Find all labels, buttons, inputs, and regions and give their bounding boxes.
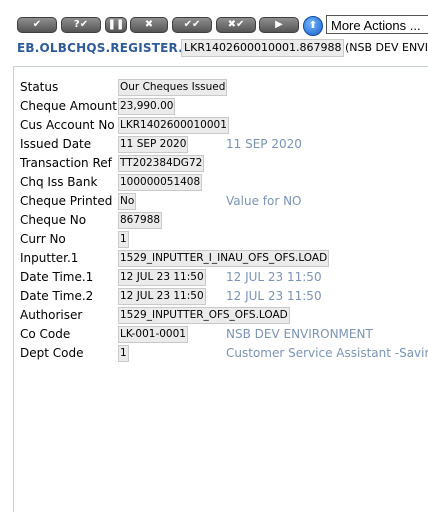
field-value: 1529_INPUTTER_OFS_OFS.LOAD xyxy=(118,307,290,324)
field-row-cheque-no: Cheque No 867988 xyxy=(14,211,428,230)
delete-icon[interactable]: ✖ xyxy=(130,17,168,33)
field-row-dept-code: Dept Code 1 Customer Service Assistant -… xyxy=(14,344,428,363)
field-label: Date Time.1 xyxy=(20,270,94,284)
field-label: Cheque Printed xyxy=(20,194,113,208)
field-value: 867988 xyxy=(118,212,163,229)
field-enrichment: 11 SEP 2020 xyxy=(226,137,302,151)
field-value: 100000051408 xyxy=(118,174,203,191)
field-value: LK-001-0001 xyxy=(118,326,188,343)
commit-tick-icon[interactable]: ✔ xyxy=(17,17,57,33)
field-row-issued-date: Issued Date 11 SEP 2020 11 SEP 2020 xyxy=(14,135,428,154)
up-arrow-icon[interactable]: ⬆ xyxy=(303,16,323,36)
field-value: 1529_INPUTTER_I_INAU_OFS_OFS.LOAD xyxy=(118,250,330,267)
field-row-status: Status Our Cheques Issued xyxy=(14,78,428,97)
field-label: Inputter.1 xyxy=(20,251,79,265)
field-value: 11 SEP 2020 xyxy=(118,136,189,153)
field-row-date-time-2: Date Time.2 12 JUL 23 11:50 12 JUL 23 11… xyxy=(14,287,428,306)
field-value: LKR1402600010001 xyxy=(118,117,229,134)
field-label: Authoriser xyxy=(20,308,83,322)
field-label: Dept Code xyxy=(20,346,84,360)
field-row-chq-iss-bank: Chq Iss Bank 100000051408 xyxy=(14,173,428,192)
field-row-cus-account-no: Cus Account No LKR1402600010001 xyxy=(14,116,428,135)
authorise-icon[interactable]: ✔✔ xyxy=(172,17,212,33)
field-label: Status xyxy=(20,80,59,94)
field-enrichment: Customer Service Assistant -Savings xyxy=(226,346,428,360)
more-actions-select[interactable]: More Actions ... xyxy=(326,15,428,34)
field-label: Cheque Amount xyxy=(20,99,117,113)
record-panel: Status Our Cheques Issued Cheque Amount … xyxy=(13,66,428,512)
field-value: No xyxy=(118,193,137,210)
record-id[interactable]: LKR1402600010001.867988 xyxy=(181,39,345,57)
field-value: TT202384DG72 xyxy=(118,155,205,172)
field-row-cheque-amount: Cheque Amount 23,990.00 xyxy=(14,97,428,116)
title-row: EB.OLBCHQS.REGISTER.NSB LKR1402600010001… xyxy=(0,39,428,57)
field-value: 12 JUL 23 11:50 xyxy=(118,288,206,305)
next-icon[interactable]: ▶ xyxy=(259,17,299,33)
field-value: 1 xyxy=(118,345,129,362)
hold-icon[interactable]: ❚❚ xyxy=(105,17,127,33)
field-row-cheque-printed: Cheque Printed No Value for NO xyxy=(14,192,428,211)
field-value: 1 xyxy=(118,231,129,248)
field-value: Our Cheques Issued xyxy=(118,79,228,96)
validate-icon[interactable]: ?✔ xyxy=(61,17,101,33)
field-enrichment: Value for NO xyxy=(226,194,302,208)
field-label: Chq Iss Bank xyxy=(20,175,98,189)
field-label: Transaction Ref xyxy=(20,156,112,170)
field-enrichment: NSB DEV ENVIRONMENT xyxy=(226,327,373,341)
field-enrichment: 12 JUL 23 11:50 xyxy=(226,270,322,284)
field-row-authoriser: Authoriser 1529_INPUTTER_OFS_OFS.LOAD xyxy=(14,306,428,325)
field-row-date-time-1: Date Time.1 12 JUL 23 11:50 12 JUL 23 11… xyxy=(14,268,428,287)
field-label: Cus Account No xyxy=(20,118,115,132)
field-label: Date Time.2 xyxy=(20,289,94,303)
field-label: Curr No xyxy=(20,232,66,246)
field-label: Issued Date xyxy=(20,137,92,151)
company-header: (NSB DEV ENVI xyxy=(345,41,428,54)
field-row-inputter: Inputter.1 1529_INPUTTER_I_INAU_OFS_OFS.… xyxy=(14,249,428,268)
field-value: 23,990.00 xyxy=(118,98,176,115)
field-label: Co Code xyxy=(20,327,71,341)
field-row-co-code: Co Code LK-001-0001 NSB DEV ENVIRONMENT xyxy=(14,325,428,344)
field-enrichment: 12 JUL 23 11:50 xyxy=(226,289,322,303)
toolbar: ✔ ?✔ ❚❚ ✖ ✔✔ ✖✔ ▶ ⬆ More Actions ... EB.… xyxy=(0,0,428,66)
field-row-curr-no: Curr No 1 xyxy=(14,230,428,249)
field-row-transaction-ref: Transaction Ref TT202384DG72 xyxy=(14,154,428,173)
reverse-icon[interactable]: ✖✔ xyxy=(216,17,256,33)
field-value: 12 JUL 23 11:50 xyxy=(118,269,206,286)
field-label: Cheque No xyxy=(20,213,87,227)
